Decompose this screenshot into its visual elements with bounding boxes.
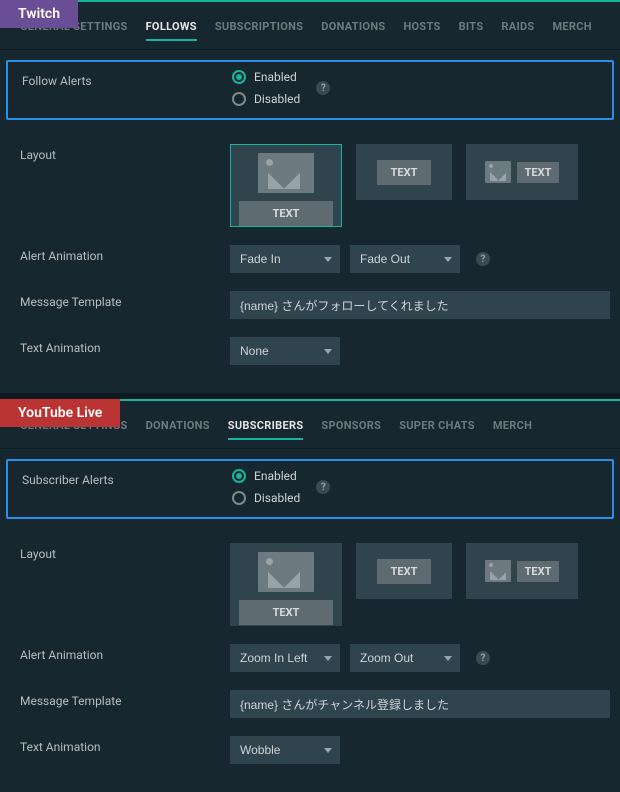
message-template-label: Message Template bbox=[20, 291, 230, 309]
text-animation-select[interactable]: None bbox=[230, 337, 340, 365]
animation-out-select[interactable]: Fade Out bbox=[350, 245, 460, 273]
text-animation-label: Text Animation bbox=[20, 337, 230, 355]
follow-alerts-label: Follow Alerts bbox=[22, 70, 232, 88]
layout-text-label: TEXT bbox=[239, 201, 333, 226]
layout-option-side[interactable]: TEXT bbox=[466, 543, 578, 599]
tab-bits[interactable]: BITS bbox=[459, 20, 484, 41]
subscriber-alerts-highlight: Subscriber Alerts Enabled Disabled ? bbox=[6, 459, 614, 519]
radio-dot-icon bbox=[232, 469, 246, 483]
layout-option-text-only[interactable]: TEXT bbox=[356, 144, 452, 200]
follow-alerts-enabled-radio[interactable]: Enabled bbox=[232, 70, 300, 84]
animation-in-select[interactable]: Fade In bbox=[230, 245, 340, 273]
message-template-label: Message Template bbox=[20, 690, 230, 708]
image-placeholder-icon bbox=[485, 161, 511, 183]
tab-super-chats[interactable]: SUPER CHATS bbox=[399, 419, 475, 440]
tab-merch[interactable]: MERCH bbox=[552, 20, 591, 41]
layout-option-text-only[interactable]: TEXT bbox=[356, 543, 452, 599]
disabled-label: Disabled bbox=[254, 491, 300, 505]
message-template-input[interactable] bbox=[230, 291, 610, 319]
layout-text-label: TEXT bbox=[517, 561, 560, 582]
layout-text-label: TEXT bbox=[239, 600, 333, 625]
text-animation-select[interactable]: Wobble bbox=[230, 736, 340, 764]
alert-animation-label: Alert Animation bbox=[20, 245, 230, 263]
tab-raids[interactable]: RAIDS bbox=[501, 20, 534, 41]
tab-donations[interactable]: DONATIONS bbox=[321, 20, 385, 41]
alert-animation-label: Alert Animation bbox=[20, 644, 230, 662]
follow-alerts-disabled-radio[interactable]: Disabled bbox=[232, 92, 300, 106]
layout-text-label: TEXT bbox=[377, 559, 432, 584]
radio-dot-icon bbox=[232, 92, 246, 106]
tab-subscribers[interactable]: SUBSCRIBERS bbox=[228, 419, 304, 440]
subscriber-alerts-enabled-radio[interactable]: Enabled bbox=[232, 469, 300, 483]
layout-label: Layout bbox=[20, 543, 230, 561]
tab-sponsors[interactable]: SPONSORS bbox=[321, 419, 381, 440]
subscriber-alerts-radio-group: Enabled Disabled bbox=[232, 469, 300, 505]
text-animation-label: Text Animation bbox=[20, 736, 230, 754]
twitch-tabs: GENERAL SETTINGS FOLLOWS SUBSCRIPTIONS D… bbox=[0, 2, 620, 50]
animation-in-select[interactable]: Zoom In Left bbox=[230, 644, 340, 672]
layout-text-label: TEXT bbox=[377, 160, 432, 185]
help-icon[interactable]: ? bbox=[476, 252, 490, 266]
message-template-input[interactable] bbox=[230, 690, 610, 718]
help-icon[interactable]: ? bbox=[316, 480, 330, 494]
radio-dot-icon bbox=[232, 491, 246, 505]
layout-option-stacked[interactable]: TEXT bbox=[230, 543, 342, 626]
disabled-label: Disabled bbox=[254, 92, 300, 106]
image-placeholder-icon bbox=[258, 552, 314, 592]
tab-subscriptions[interactable]: SUBSCRIPTIONS bbox=[215, 20, 303, 41]
layout-option-side[interactable]: TEXT bbox=[466, 144, 578, 200]
tab-merch[interactable]: MERCH bbox=[493, 419, 532, 440]
subscriber-alerts-label: Subscriber Alerts bbox=[22, 469, 232, 487]
youtube-badge: YouTube Live bbox=[0, 399, 120, 427]
layout-options: TEXT TEXT TEXT bbox=[230, 543, 578, 626]
layout-options: TEXT TEXT TEXT bbox=[230, 144, 578, 227]
animation-out-select[interactable]: Zoom Out bbox=[350, 644, 460, 672]
enabled-label: Enabled bbox=[254, 70, 297, 84]
tab-hosts[interactable]: HOSTS bbox=[403, 20, 440, 41]
subscriber-alerts-disabled-radio[interactable]: Disabled bbox=[232, 491, 300, 505]
enabled-label: Enabled bbox=[254, 469, 297, 483]
twitch-badge: Twitch bbox=[0, 0, 78, 28]
youtube-panel: YouTube Live GENERAL SETTINGS DONATIONS … bbox=[0, 399, 620, 792]
help-icon[interactable]: ? bbox=[316, 81, 330, 95]
help-icon[interactable]: ? bbox=[476, 651, 490, 665]
layout-label: Layout bbox=[20, 144, 230, 162]
tab-follows[interactable]: FOLLOWS bbox=[146, 20, 197, 41]
radio-dot-icon bbox=[232, 70, 246, 84]
image-placeholder-icon bbox=[258, 153, 314, 193]
twitch-panel: Twitch GENERAL SETTINGS FOLLOWS SUBSCRIP… bbox=[0, 0, 620, 393]
layout-text-label: TEXT bbox=[517, 162, 560, 183]
tab-donations[interactable]: DONATIONS bbox=[146, 419, 210, 440]
follow-alerts-highlight: Follow Alerts Enabled Disabled ? bbox=[6, 60, 614, 120]
layout-option-stacked[interactable]: TEXT bbox=[230, 144, 342, 227]
image-placeholder-icon bbox=[485, 560, 511, 582]
follow-alerts-radio-group: Enabled Disabled bbox=[232, 70, 300, 106]
